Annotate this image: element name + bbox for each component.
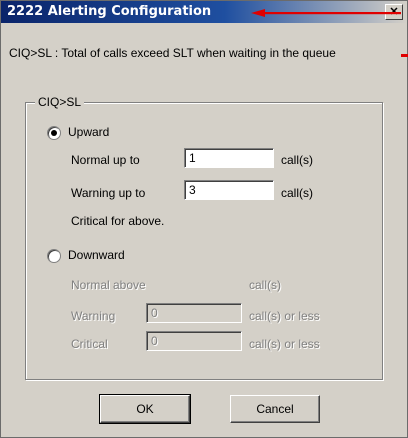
normal-above-unit-label: call(s) bbox=[249, 278, 281, 292]
annotation-arrow-shaft bbox=[263, 12, 401, 15]
window-title: 2222 Alerting Configuration bbox=[7, 4, 212, 19]
annotation-arrowhead bbox=[251, 9, 265, 17]
downward-radio[interactable] bbox=[47, 249, 61, 263]
cancel-button[interactable]: Cancel bbox=[230, 395, 320, 423]
warning-up-to-label: Warning up to bbox=[71, 186, 146, 200]
downward-critical-unit-label: call(s) or less bbox=[249, 337, 320, 351]
normal-up-to-input[interactable]: 1 bbox=[184, 148, 274, 168]
downward-warning-unit-label: call(s) or less bbox=[249, 309, 320, 323]
warning-unit-label: call(s) bbox=[281, 186, 313, 200]
downward-warning-input[interactable]: 0 bbox=[146, 303, 242, 323]
downward-critical-input[interactable]: 0 bbox=[146, 331, 242, 351]
normal-unit-label: call(s) bbox=[281, 153, 313, 167]
groupbox-legend: CIQ>SL bbox=[35, 95, 85, 109]
alerting-config-dialog: 2222 Alerting Configuration ✕ CIQ>SL : T… bbox=[0, 0, 408, 438]
description-text: CIQ>SL : Total of calls exceed SLT when … bbox=[9, 46, 336, 60]
normal-above-label: Normal above bbox=[71, 278, 146, 292]
warning-up-to-input[interactable]: 3 bbox=[184, 180, 274, 200]
ok-button[interactable]: OK bbox=[99, 394, 191, 424]
critical-above-text: Critical for above. bbox=[71, 214, 165, 228]
downward-warning-label: Warning bbox=[71, 309, 116, 323]
annotation-mark bbox=[401, 54, 408, 57]
upward-label[interactable]: Upward bbox=[68, 125, 109, 139]
upward-radio[interactable] bbox=[47, 126, 61, 140]
normal-up-to-label: Normal up to bbox=[71, 153, 140, 167]
downward-critical-label: Critical bbox=[71, 337, 108, 351]
downward-label[interactable]: Downward bbox=[68, 248, 125, 262]
annotation-arrow bbox=[251, 9, 401, 17]
